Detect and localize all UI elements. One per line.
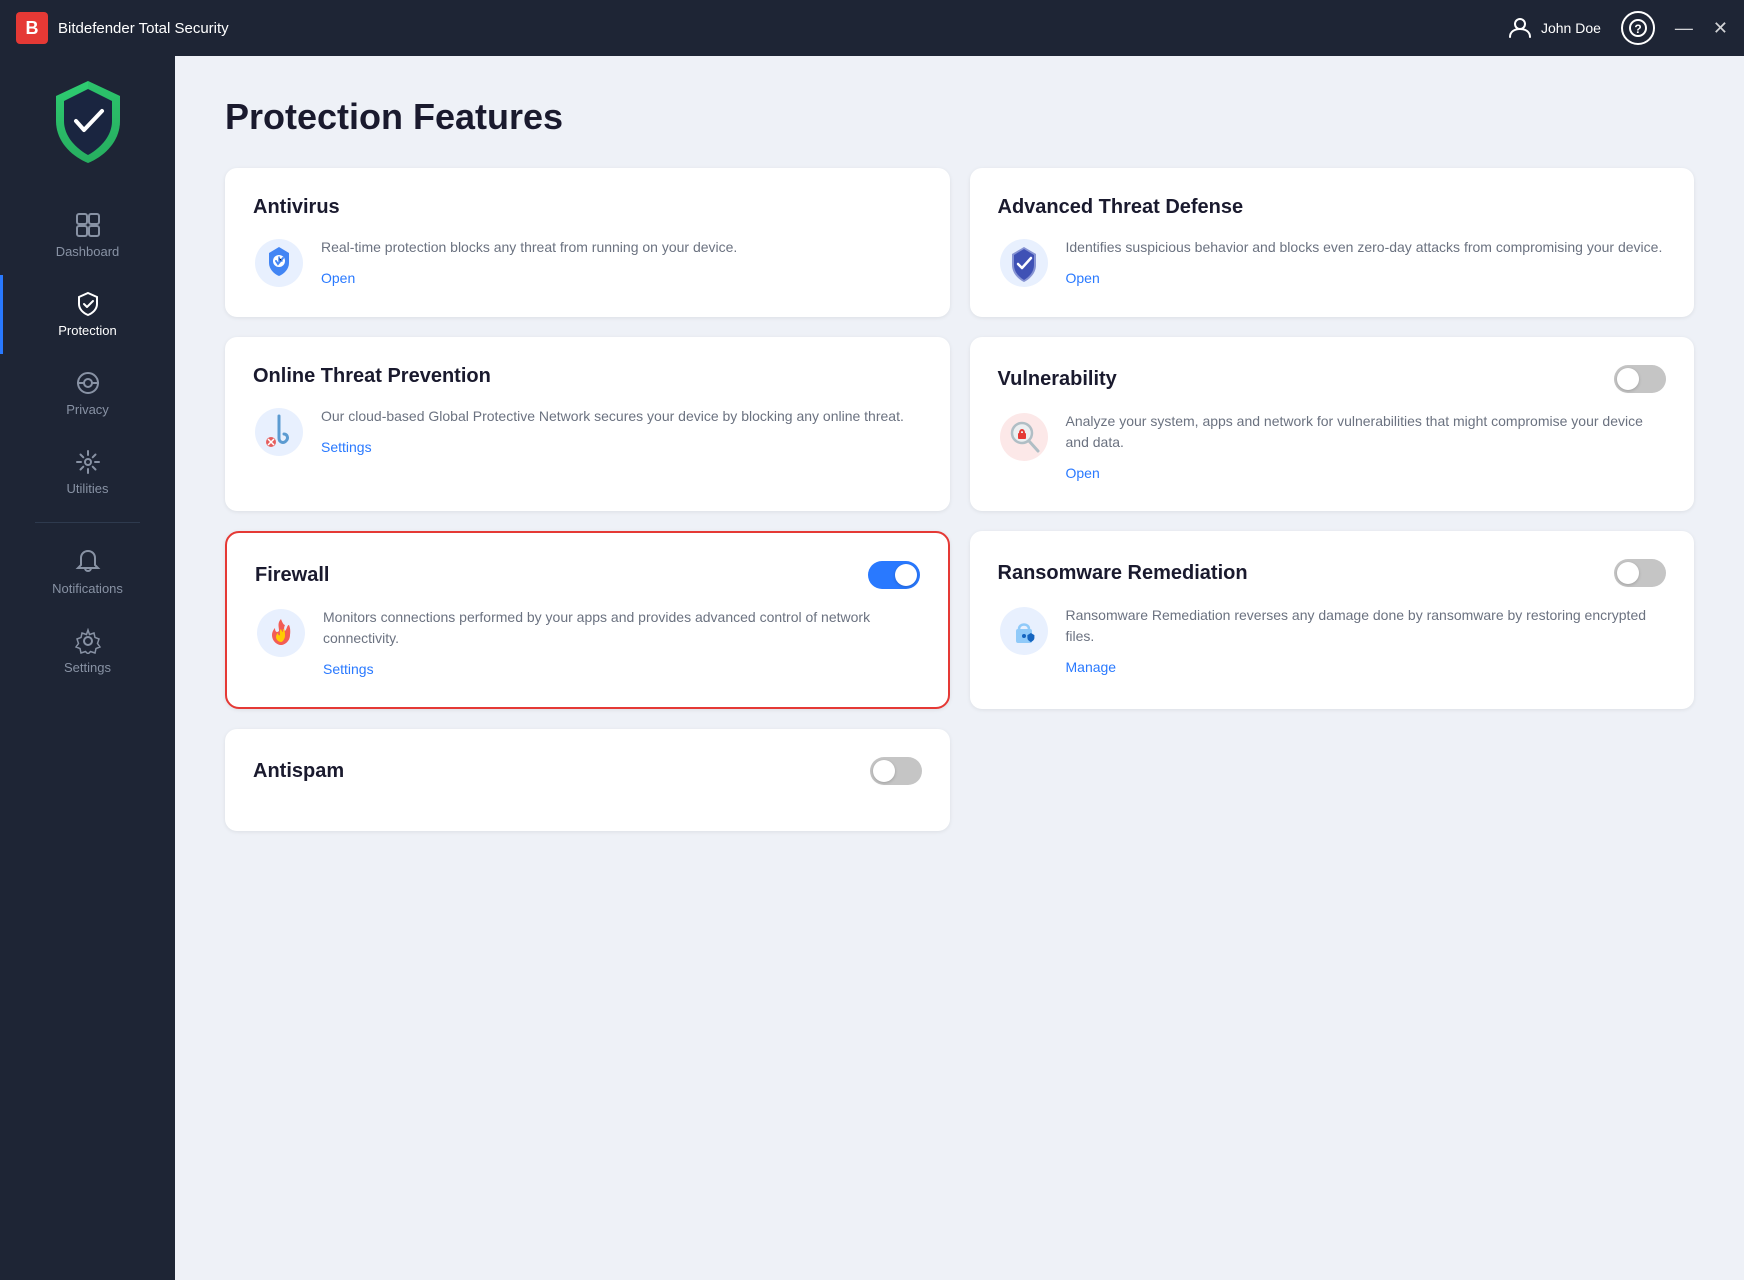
online-threat-card: Online Threat Prevention: [225, 337, 950, 511]
antispam-header: Antispam: [253, 757, 922, 785]
online-threat-description: Our cloud-based Global Protective Networ…: [321, 406, 922, 427]
firewall-header: Firewall: [255, 561, 920, 589]
titlebar: B Bitdefender Total Security John Doe ? …: [0, 0, 1744, 56]
firewall-toggle[interactable]: [868, 561, 920, 589]
settings-icon: [75, 628, 101, 654]
firewall-title: Firewall: [255, 564, 329, 587]
antispam-toggle-knob: [873, 760, 895, 782]
svg-text:?: ?: [1634, 22, 1641, 36]
vulnerability-card: Vulnerability: [970, 337, 1695, 511]
vulnerability-title: Vulnerability: [998, 368, 1117, 391]
settings-label: Settings: [64, 660, 111, 675]
antivirus-title: Antivirus: [253, 196, 340, 219]
firewall-body: Monitors connections performed by your a…: [255, 607, 920, 679]
minimize-button[interactable]: —: [1675, 18, 1693, 39]
sidebar-item-utilities[interactable]: Utilities: [0, 433, 175, 512]
advanced-threat-body: Identifies suspicious behavior and block…: [998, 237, 1667, 289]
antispam-card: Antispam: [225, 729, 950, 831]
ransomware-header: Ransomware Remediation: [998, 559, 1667, 587]
privacy-icon: [75, 370, 101, 396]
antivirus-header: Antivirus: [253, 196, 922, 219]
advanced-threat-icon: [998, 237, 1050, 289]
protection-label: Protection: [58, 323, 117, 338]
vulnerability-icon: [998, 411, 1050, 463]
antispam-row: Antispam: [225, 729, 1694, 831]
vulnerability-open-link[interactable]: Open: [1066, 465, 1100, 481]
firewall-settings-link[interactable]: Settings: [323, 661, 374, 677]
utilities-label: Utilities: [67, 481, 109, 496]
ransomware-description: Ransomware Remediation reverses any dama…: [1066, 605, 1667, 647]
ransomware-toggle-knob: [1617, 562, 1639, 584]
ransomware-icon: [998, 605, 1050, 657]
ransomware-manage-link[interactable]: Manage: [1066, 659, 1117, 675]
online-threat-text: Our cloud-based Global Protective Networ…: [321, 406, 922, 457]
online-threat-header: Online Threat Prevention: [253, 365, 922, 388]
online-threat-title: Online Threat Prevention: [253, 365, 491, 388]
sidebar-item-notifications[interactable]: Notifications: [0, 533, 175, 612]
sidebar-item-privacy[interactable]: Privacy: [0, 354, 175, 433]
ransomware-body: Ransomware Remediation reverses any dama…: [998, 605, 1667, 677]
ransomware-text: Ransomware Remediation reverses any dama…: [1066, 605, 1667, 677]
firewall-toggle-knob: [895, 564, 917, 586]
sidebar: Dashboard Protection Privacy: [0, 56, 175, 1280]
online-threat-body: Our cloud-based Global Protective Networ…: [253, 406, 922, 458]
advanced-threat-text: Identifies suspicious behavior and block…: [1066, 237, 1667, 288]
ransomware-card: Ransomware Remediation: [970, 531, 1695, 709]
antivirus-card: Antivirus Real-time p: [225, 168, 950, 317]
advanced-threat-title: Advanced Threat Defense: [998, 196, 1244, 219]
protection-icon: [75, 291, 101, 317]
sidebar-item-settings[interactable]: Settings: [0, 612, 175, 691]
sidebar-item-dashboard[interactable]: Dashboard: [0, 196, 175, 275]
page-title: Protection Features: [225, 96, 1694, 138]
privacy-label: Privacy: [66, 402, 109, 417]
vulnerability-description: Analyze your system, apps and network fo…: [1066, 411, 1667, 453]
sidebar-item-protection[interactable]: Protection: [0, 275, 175, 354]
advanced-threat-description: Identifies suspicious behavior and block…: [1066, 237, 1667, 258]
firewall-description: Monitors connections performed by your a…: [323, 607, 920, 649]
ransomware-title: Ransomware Remediation: [998, 562, 1248, 585]
firewall-icon: [255, 607, 307, 659]
app-container: Dashboard Protection Privacy: [0, 56, 1744, 1280]
brand-shield: [43, 76, 133, 166]
vulnerability-header: Vulnerability: [998, 365, 1667, 393]
shield-logo-icon: [48, 76, 128, 166]
user-name: John Doe: [1541, 20, 1601, 36]
user-icon: [1507, 15, 1533, 41]
firewall-text: Monitors connections performed by your a…: [323, 607, 920, 679]
vulnerability-text: Analyze your system, apps and network fo…: [1066, 411, 1667, 483]
advanced-threat-header: Advanced Threat Defense: [998, 196, 1667, 219]
vulnerability-toggle-knob: [1617, 368, 1639, 390]
antivirus-body: Real-time protection blocks any threat f…: [253, 237, 922, 289]
user-info[interactable]: John Doe: [1507, 15, 1601, 41]
app-logo: B: [16, 12, 48, 44]
dashboard-icon: [75, 212, 101, 238]
close-button[interactable]: ✕: [1713, 18, 1728, 39]
online-threat-icon: [253, 406, 305, 458]
vulnerability-toggle[interactable]: [1614, 365, 1666, 393]
antivirus-description: Real-time protection blocks any threat f…: [321, 237, 922, 258]
titlebar-left: B Bitdefender Total Security: [16, 12, 229, 44]
notifications-label: Notifications: [52, 581, 123, 596]
vulnerability-body: Analyze your system, apps and network fo…: [998, 411, 1667, 483]
app-title: Bitdefender Total Security: [58, 20, 229, 37]
features-grid: Antivirus Real-time p: [225, 168, 1694, 709]
antispam-right-spacer: [970, 729, 1695, 831]
main-content: Protection Features Antivirus: [175, 56, 1744, 1280]
notifications-icon: [75, 549, 101, 575]
antivirus-icon: [253, 237, 305, 289]
antivirus-text: Real-time protection blocks any threat f…: [321, 237, 922, 288]
titlebar-right: John Doe ? — ✕: [1507, 11, 1728, 45]
ransomware-toggle[interactable]: [1614, 559, 1666, 587]
sidebar-divider: [35, 522, 140, 523]
utilities-icon: [75, 449, 101, 475]
dashboard-label: Dashboard: [56, 244, 120, 259]
antispam-title: Antispam: [253, 760, 344, 783]
online-threat-settings-link[interactable]: Settings: [321, 439, 372, 455]
firewall-card: Firewall Monitor: [225, 531, 950, 709]
antivirus-open-link[interactable]: Open: [321, 270, 355, 286]
help-icon[interactable]: ?: [1621, 11, 1655, 45]
antispam-toggle[interactable]: [870, 757, 922, 785]
advanced-threat-open-link[interactable]: Open: [1066, 270, 1100, 286]
advanced-threat-card: Advanced Threat Defense Identifies suspi…: [970, 168, 1695, 317]
